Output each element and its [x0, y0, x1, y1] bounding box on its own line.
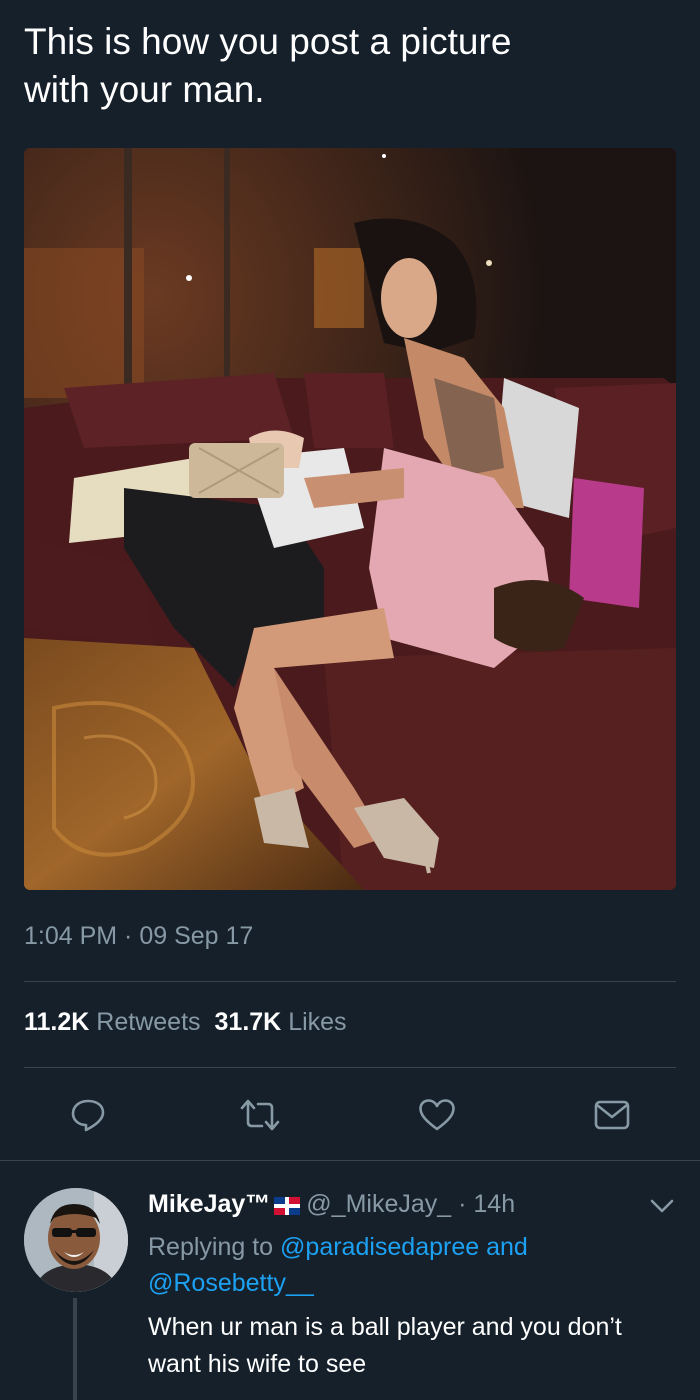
- mention-link[interactable]: @Rosebetty__: [148, 1269, 314, 1297]
- reply-button[interactable]: [63, 1090, 113, 1140]
- reply-icon: [71, 1099, 105, 1132]
- photo-image: [24, 148, 676, 890]
- tweet-photo[interactable]: [24, 148, 676, 890]
- likes-stat[interactable]: 31.7K Likes: [215, 1008, 347, 1036]
- stats-bottom-divider: [24, 1067, 676, 1068]
- reply-handle[interactable]: @_MikeJay_: [306, 1190, 451, 1218]
- mail-icon: [594, 1100, 630, 1130]
- mention-link[interactable]: @paradisedapree: [280, 1233, 479, 1261]
- tweet-timestamp[interactable]: 1:04 PM · 09 Sep 17: [24, 922, 253, 951]
- heart-icon: [419, 1099, 455, 1131]
- stats-top-divider: [24, 981, 676, 982]
- tweet-text: This is how you post a picture with your…: [24, 21, 512, 110]
- and-word: and: [486, 1233, 528, 1261]
- retweets-count: 11.2K: [24, 1008, 90, 1036]
- reply-header: MikeJay™ @_MikeJay_ · 14h: [148, 1186, 515, 1225]
- reply-text: When ur man is a ball player and you don…: [148, 1313, 622, 1378]
- reply-menu-button[interactable]: [648, 1196, 676, 1216]
- chevron-down-icon: [650, 1199, 674, 1213]
- likes-count: 31.7K: [214, 1008, 282, 1036]
- reply-time: · 14h: [458, 1190, 516, 1218]
- replying-prefix: Replying to: [148, 1233, 274, 1261]
- dominican-flag-icon: [274, 1189, 301, 1225]
- retweet-button[interactable]: [235, 1090, 285, 1140]
- retweets-stat[interactable]: 11.2K Retweets: [24, 1008, 201, 1036]
- reply-display-name[interactable]: MikeJay™: [148, 1190, 270, 1218]
- tweet-stats: 11.2K Retweets 31.7K Likes: [24, 1008, 347, 1037]
- retweets-label: Retweets: [96, 1008, 201, 1036]
- thread-line: [73, 1298, 77, 1400]
- likes-label: Likes: [288, 1008, 347, 1036]
- share-button[interactable]: [587, 1090, 637, 1140]
- replying-to: Replying to @paradisedapree and @Rosebet…: [148, 1229, 668, 1301]
- avatar[interactable]: [24, 1188, 128, 1292]
- retweet-icon: [240, 1099, 280, 1131]
- tweet-actions: [0, 1090, 700, 1140]
- section-divider: [0, 1160, 700, 1161]
- like-button[interactable]: [412, 1090, 462, 1140]
- avatar-image: [24, 1188, 128, 1292]
